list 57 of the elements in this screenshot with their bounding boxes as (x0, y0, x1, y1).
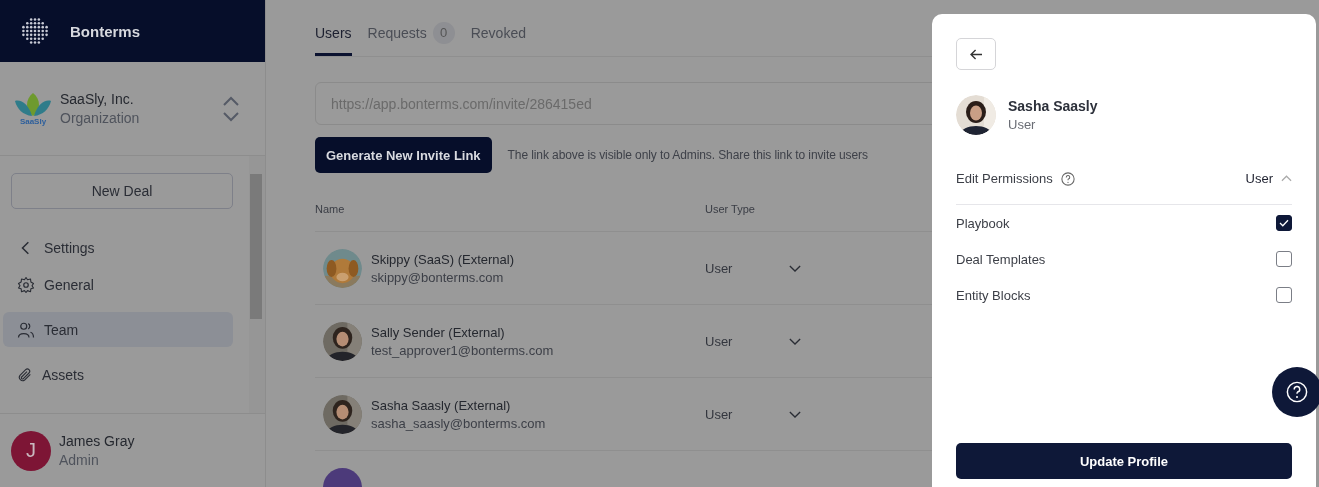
new-deal-button[interactable]: New Deal (11, 173, 233, 209)
user-name: Sally Sender (External) (371, 324, 506, 340)
chevron-down-icon (789, 337, 801, 345)
user-type-dropdown[interactable]: User (705, 333, 801, 349)
app-name: Bonterms (70, 22, 140, 40)
nav-item[interactable]: Assets (3, 357, 233, 392)
user-name: Skippy (SaaS) (External) (371, 251, 515, 267)
generate-invite-link-button[interactable]: Generate New Invite Link (315, 137, 492, 173)
permission-label: Playbook (956, 215, 1010, 231)
scrollbar[interactable] (249, 156, 265, 413)
leaf-logo-icon (13, 91, 53, 117)
user-role: Admin (59, 452, 100, 468)
organization-name: SaaSly, Inc. (60, 91, 135, 107)
checkbox[interactable] (1276, 251, 1292, 267)
checkbox[interactable] (1276, 215, 1292, 231)
role-dropdown[interactable]: User (1245, 171, 1292, 186)
user-email: sasha_saasly@bonterms.com (371, 415, 546, 431)
permissions-label: Edit Permissions (956, 171, 1053, 186)
chevron-left-icon (20, 240, 30, 256)
chevron-up-down-icon[interactable] (221, 94, 241, 123)
user-email: test_approver1@bonterms.com (371, 342, 554, 358)
user-type-dropdown[interactable]: User (705, 406, 801, 422)
checkbox[interactable] (1276, 287, 1292, 303)
back-button[interactable] (956, 38, 996, 70)
checkmark-icon (1279, 219, 1289, 227)
user-name: Sasha Saasly (External) (371, 397, 512, 413)
tab[interactable]: Users (315, 4, 352, 56)
user-type-dropdown[interactable]: User (705, 260, 801, 276)
chevron-down-icon (789, 410, 801, 418)
user-email: skippy@bonterms.com (371, 269, 505, 285)
tab[interactable]: Requests 0 (367, 4, 455, 56)
gear-icon (17, 275, 35, 294)
paperclip-icon (17, 366, 33, 383)
count-badge: 0 (432, 21, 455, 44)
settings-back-link[interactable]: Settings (20, 239, 233, 257)
nav-item[interactable]: Team (3, 312, 233, 347)
user-name: James Gray (59, 433, 135, 449)
nav-item[interactable]: General (3, 267, 233, 302)
logo-text: SaaSly (19, 117, 47, 126)
people-icon (17, 320, 35, 339)
help-icon[interactable] (1060, 171, 1075, 186)
organization-type: Organization (60, 110, 140, 126)
chevron-up-icon (1281, 175, 1292, 182)
dot-grid-logo-icon (20, 16, 50, 46)
invite-note: The link above is visible only to Admins. Share this link to invite users (507, 148, 868, 162)
user-avatar: J (11, 430, 51, 471)
profile-name: Sasha Saasly (1008, 98, 1098, 114)
permission-label: Entity Blocks (956, 287, 1031, 303)
update-profile-button[interactable]: Update Profile (956, 443, 1292, 479)
column-header: User Type (705, 203, 755, 215)
arrow-left-icon (969, 48, 983, 60)
column-header: Name (315, 203, 346, 215)
help-icon (1286, 381, 1308, 403)
tab[interactable]: Revoked (470, 4, 526, 56)
permission-label: Deal Templates (956, 251, 1046, 267)
chevron-down-icon (789, 264, 801, 272)
profile-role: User (1008, 117, 1037, 132)
